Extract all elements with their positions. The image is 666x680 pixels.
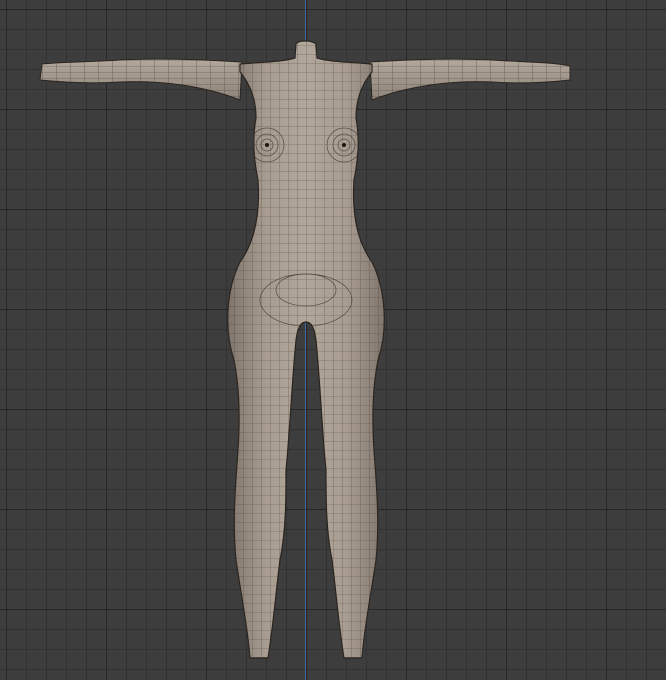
torso-and-legs [227,40,385,659]
3d-viewport[interactable] [0,0,666,680]
body-mesh[interactable] [0,0,666,680]
left-arm [39,58,243,101]
right-arm [369,58,571,101]
right-chest-pole [342,143,346,147]
left-chest-pole [265,143,269,147]
